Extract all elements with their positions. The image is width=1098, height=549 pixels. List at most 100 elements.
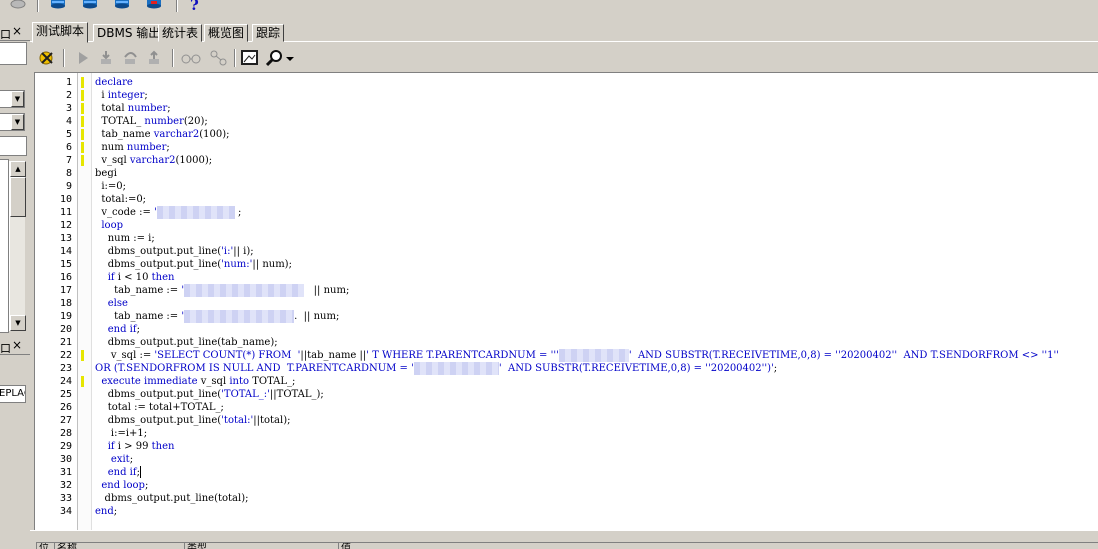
step-over-icon[interactable] bbox=[122, 49, 140, 67]
code-line[interactable]: end if; bbox=[95, 323, 140, 336]
code-line[interactable]: if i > 99 then bbox=[95, 440, 175, 453]
tab-overview[interactable]: 概览图 bbox=[204, 24, 249, 42]
tab-dbms-output[interactable]: DBMS 输出 bbox=[93, 24, 165, 42]
code-line[interactable]: begi bbox=[95, 167, 117, 180]
line-number: 23 bbox=[59, 363, 72, 374]
tab-test-script[interactable]: 测试脚本 bbox=[32, 22, 89, 43]
line-number: 7 bbox=[65, 155, 72, 166]
breakpoint-icon[interactable] bbox=[208, 49, 227, 67]
code-line[interactable]: v_code := ' ; bbox=[95, 206, 241, 219]
modified-line-marker bbox=[81, 142, 84, 153]
object-search-input[interactable] bbox=[0, 136, 27, 156]
code-token: total := total+TOTAL_; bbox=[95, 402, 224, 413]
toolbar-separator bbox=[63, 49, 65, 67]
code-token: ; bbox=[167, 103, 171, 114]
code-line[interactable]: end loop; bbox=[95, 479, 148, 492]
code-token: dbms_output.put_line(tab_name); bbox=[95, 337, 278, 348]
column-header-name[interactable]: 名称 bbox=[55, 543, 185, 549]
code-line[interactable]: if i < 10 then bbox=[95, 271, 175, 284]
code-line[interactable]: dbms_output.put_line('total:'||total); bbox=[95, 414, 291, 427]
close-icon[interactable]: × bbox=[12, 24, 22, 38]
code-token: v_code := bbox=[95, 207, 155, 218]
variables-panel: 位 名称 类型 值 bbox=[30, 530, 1098, 549]
database-icon[interactable] bbox=[146, 0, 162, 9]
redacted-text bbox=[184, 284, 305, 297]
code-line[interactable]: end if; bbox=[95, 466, 141, 479]
code-line[interactable]: total number; bbox=[95, 102, 171, 115]
code-line[interactable]: else bbox=[95, 297, 128, 310]
column-header-bind[interactable]: 位 bbox=[37, 543, 55, 549]
database-icon[interactable] bbox=[82, 0, 98, 9]
code-line[interactable]: tab_name := ' || num; bbox=[95, 284, 349, 297]
object-tree-scrollbar[interactable]: ▲ ▼ bbox=[9, 161, 26, 331]
debug-start-icon[interactable] bbox=[38, 49, 56, 67]
code-line[interactable]: v_sql varchar2(1000); bbox=[95, 154, 212, 167]
code-line[interactable]: loop bbox=[95, 219, 123, 232]
scroll-up-icon[interactable]: ▲ bbox=[10, 161, 26, 177]
string-token: ' AND SUBSTR(T.RECEIVETIME,0,8) = ''2020… bbox=[628, 350, 1060, 361]
chevron-down-icon[interactable]: ▼ bbox=[11, 91, 24, 107]
scroll-thumb[interactable] bbox=[10, 177, 26, 217]
column-header-value[interactable]: 值 bbox=[339, 543, 1098, 549]
code-line[interactable]: v_sql := 'SELECT COUNT(*) FROM '||tab_na… bbox=[95, 349, 1059, 362]
step-out-icon[interactable] bbox=[146, 49, 164, 67]
scroll-down-icon[interactable]: ▼ bbox=[10, 315, 26, 331]
column-header-type[interactable]: 类型 bbox=[185, 543, 339, 549]
code-line[interactable]: dbms_output.put_line('i:'|| i); bbox=[95, 245, 254, 258]
code-line[interactable]: declare bbox=[95, 76, 133, 89]
toolbar-separator bbox=[176, 0, 178, 12]
code-line[interactable]: OR (T.SENDORFROM IS NULL AND T.PARENTCAR… bbox=[95, 362, 777, 375]
object-filter-box[interactable] bbox=[0, 42, 27, 65]
code-line[interactable]: tab_name varchar2(100); bbox=[95, 128, 229, 141]
object-type-select[interactable]: ▼ bbox=[0, 90, 25, 108]
database-icon[interactable] bbox=[114, 0, 130, 9]
code-line[interactable]: dbms_output.put_line(tab_name); bbox=[95, 336, 278, 349]
code-token: || num); bbox=[252, 259, 292, 270]
toolbar-separator bbox=[234, 49, 236, 67]
run-icon[interactable] bbox=[74, 49, 92, 67]
code-line[interactable]: end; bbox=[95, 505, 117, 518]
keyword-token: else bbox=[107, 298, 128, 309]
image-icon[interactable] bbox=[241, 49, 259, 67]
database-icon[interactable] bbox=[50, 0, 66, 9]
line-number: 28 bbox=[59, 428, 72, 439]
code-line[interactable]: exit; bbox=[95, 453, 133, 466]
code-line[interactable]: num number; bbox=[95, 141, 169, 154]
help-icon[interactable]: ? bbox=[190, 0, 199, 14]
code-line[interactable]: total:=0; bbox=[95, 193, 146, 206]
tab-statistics[interactable]: 统计表 bbox=[158, 24, 203, 42]
disk-icon[interactable] bbox=[10, 0, 26, 9]
code-line[interactable]: execute immediate v_sql into TOTAL_; bbox=[95, 375, 295, 388]
step-into-icon[interactable] bbox=[98, 49, 116, 67]
sql-editor[interactable]: 1 2 3 4 5 6 7 8 9 10 11 12 13 14 15 16 17 18 19 20 21 22 23 24 2… bbox=[34, 72, 1098, 530]
line-number: 31 bbox=[59, 467, 72, 478]
code-line[interactable]: total := total+TOTAL_; bbox=[95, 401, 224, 414]
code-line[interactable]: i:=i+1; bbox=[95, 427, 147, 440]
code-line[interactable]: dbms_output.put_line('num:'|| num); bbox=[95, 258, 292, 271]
code-token: ; bbox=[144, 480, 149, 491]
find-icon[interactable] bbox=[266, 49, 284, 67]
chevron-down-icon[interactable]: ▼ bbox=[11, 114, 24, 130]
code-line[interactable]: i integer; bbox=[95, 89, 147, 102]
code-line[interactable]: num := i; bbox=[95, 232, 155, 245]
main-toolbar: ? bbox=[0, 0, 1098, 15]
code-line[interactable]: tab_name := '. || num; bbox=[95, 310, 339, 323]
code-line[interactable]: dbms_output.put_line('TOTAL_:'||TOTAL_); bbox=[95, 388, 324, 401]
close-icon[interactable]: × bbox=[12, 338, 22, 352]
object-owner-select[interactable]: ▼ bbox=[0, 113, 25, 131]
dropdown-arrow-icon[interactable] bbox=[284, 49, 302, 67]
replace-tab[interactable]: EPLAC bbox=[0, 385, 26, 403]
line-number: 5 bbox=[65, 129, 72, 140]
code-line[interactable]: i:=0; bbox=[95, 180, 126, 193]
tab-trace[interactable]: 跟踪 bbox=[252, 24, 285, 42]
code-token: i < 10 bbox=[114, 272, 152, 283]
string-token: 'SELECT COUNT(*) FROM ' bbox=[154, 350, 301, 361]
code-token: num bbox=[95, 142, 127, 153]
code-line[interactable]: TOTAL_ number(20); bbox=[95, 115, 207, 128]
code-line[interactable]: dbms_output.put_line(total); bbox=[95, 492, 249, 505]
line-number: 15 bbox=[59, 259, 72, 270]
glasses-icon[interactable] bbox=[180, 49, 201, 67]
line-number: 12 bbox=[59, 220, 72, 231]
object-tree[interactable] bbox=[0, 159, 9, 333]
